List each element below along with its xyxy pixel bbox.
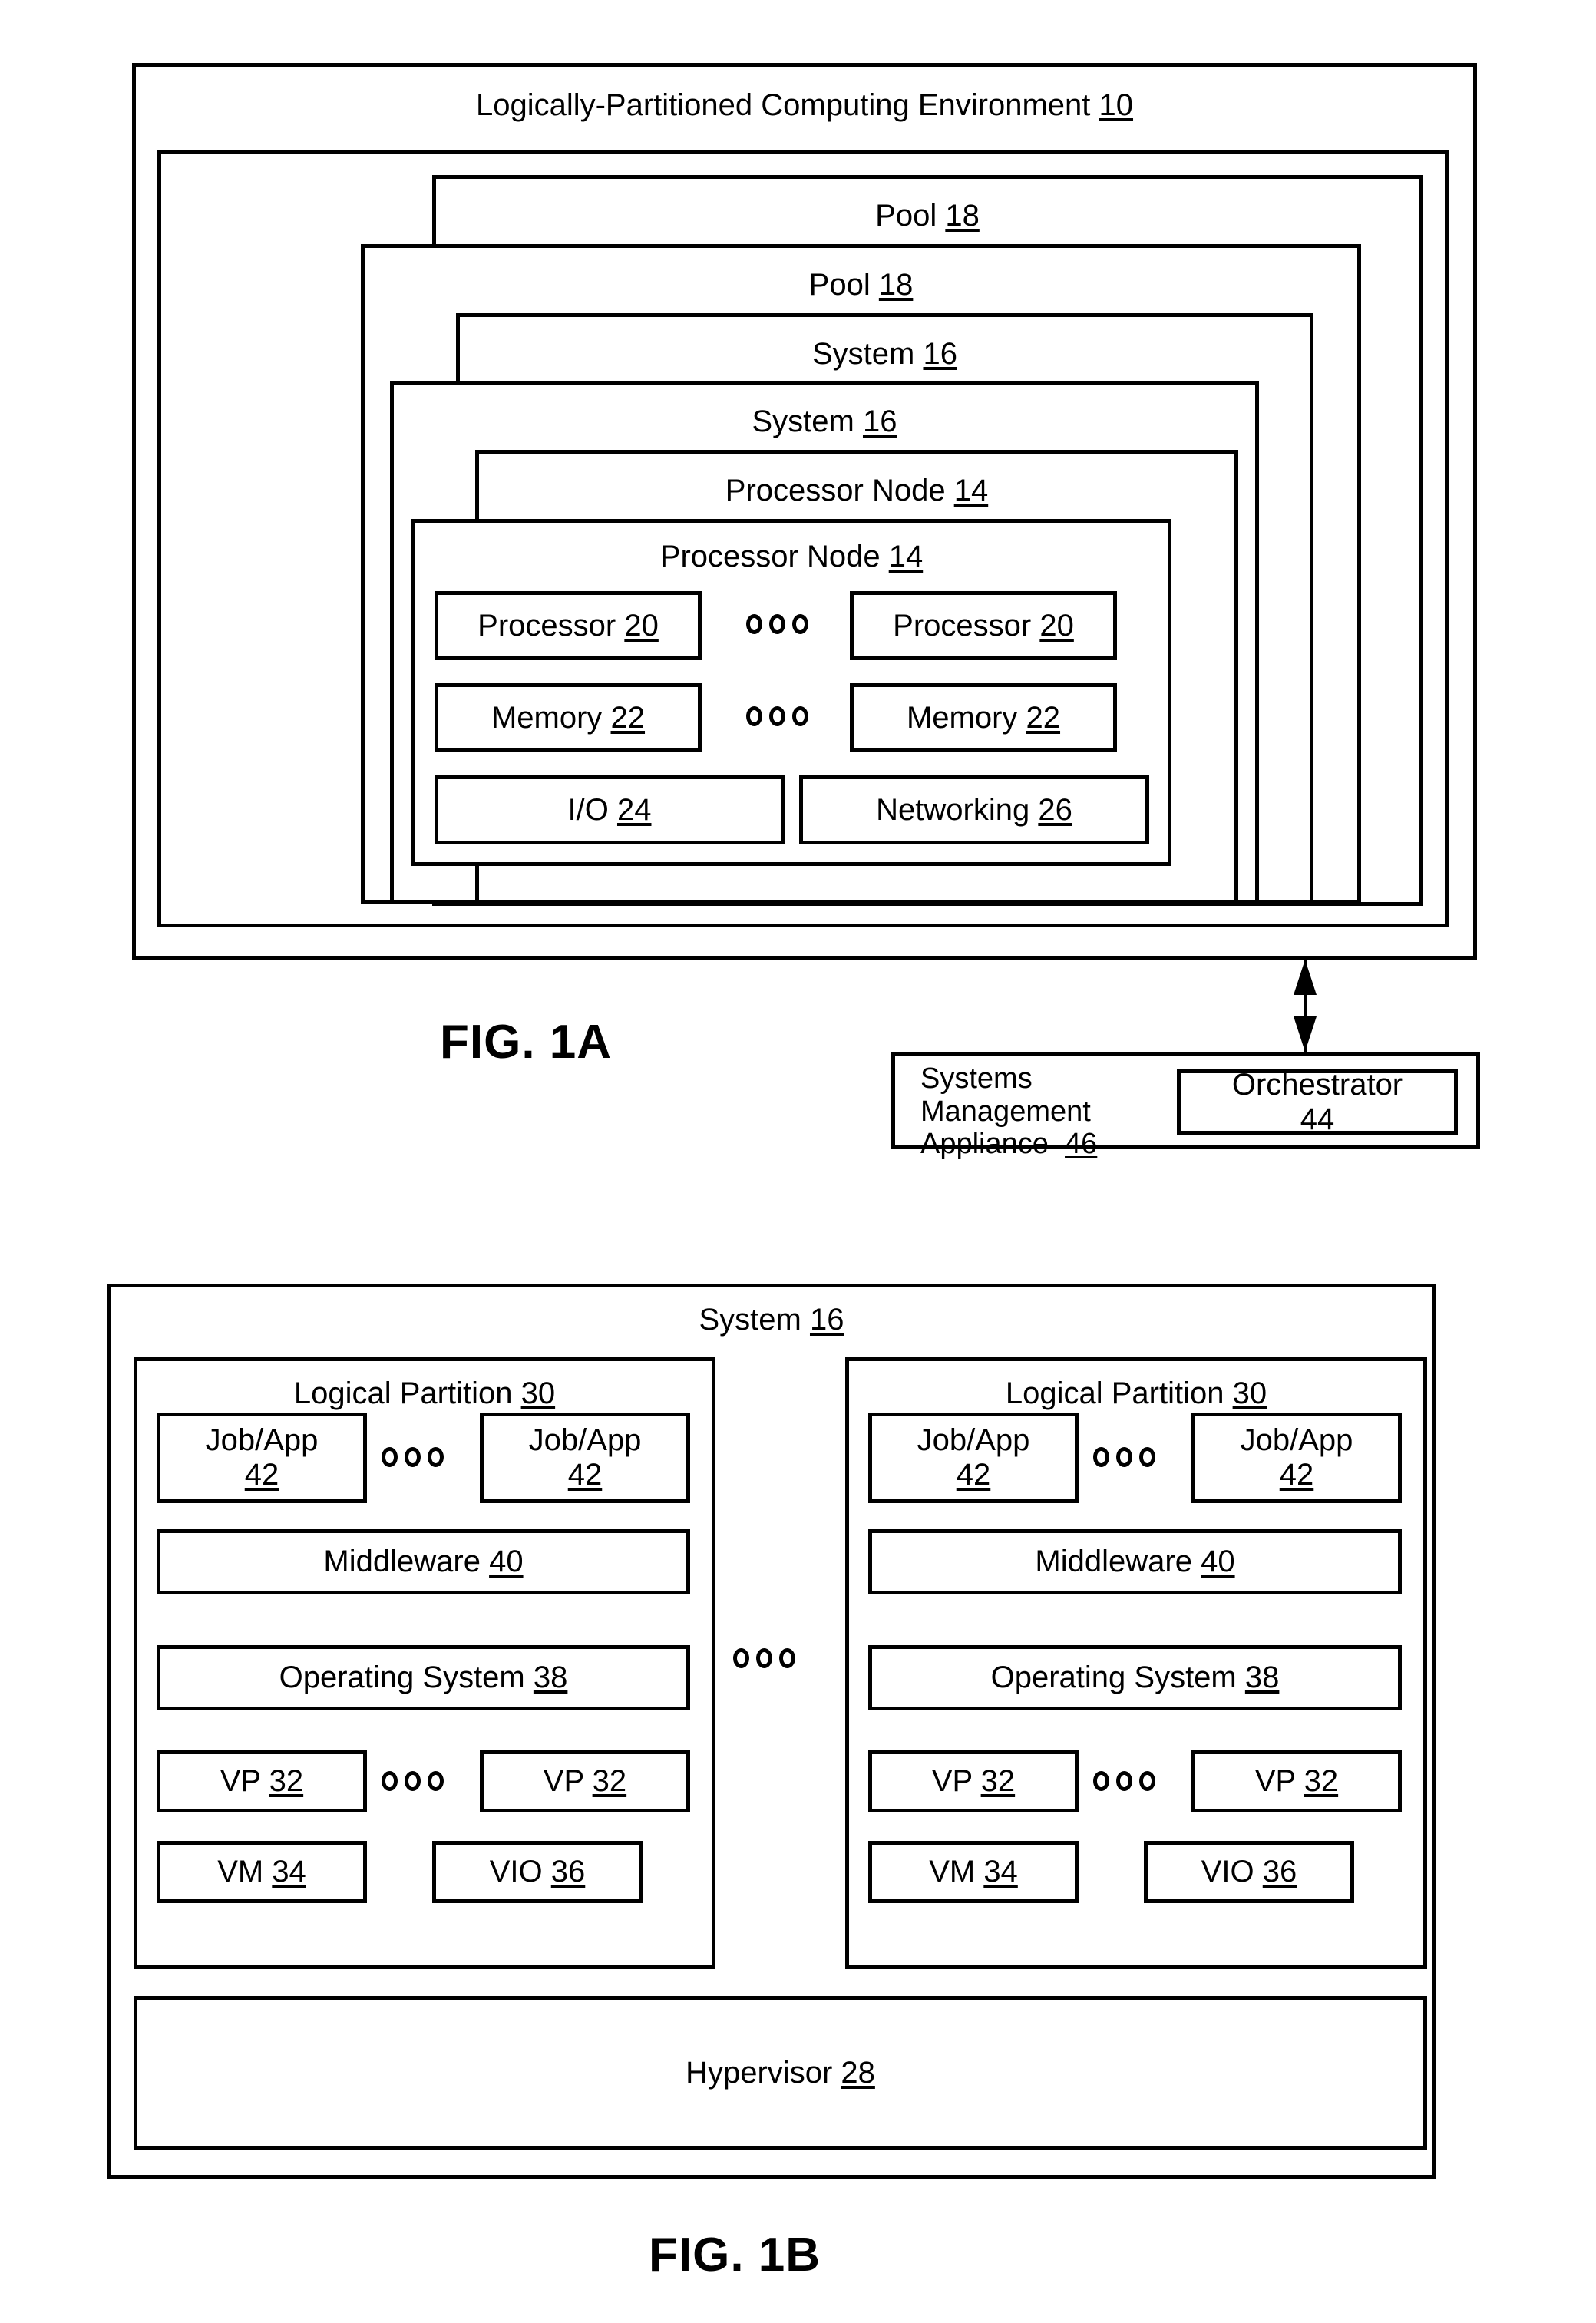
job-app-ellipsis-icon — [1093, 1447, 1155, 1467]
environment-appliance-arrow — [1304, 960, 1307, 1052]
processor-node-outer-ref: 14 — [953, 474, 989, 507]
system-outer-ref: 16 — [923, 337, 957, 371]
system-inner-title: System 16 — [394, 406, 1255, 437]
processor-right-text: Processor 20 — [893, 608, 1074, 643]
orchestrator-box: Orchestrator 44 — [1177, 1067, 1458, 1136]
processor-left-box: Processor 20 — [435, 591, 702, 660]
system-outer-title: System 16 — [460, 339, 1310, 369]
job-app-box: Job/App 42 — [157, 1413, 367, 1503]
pool-outer-title: Pool 18 — [436, 200, 1419, 231]
memory-ellipsis-icon — [746, 706, 808, 726]
memory-right-box: Memory 22 — [850, 683, 1117, 752]
io-text: I/O 24 — [567, 792, 652, 827]
pool-inner-title: Pool 18 — [365, 269, 1357, 300]
systems-management-appliance-label: Systems Management Appliance 46 — [920, 1062, 1097, 1161]
orchestrator-label: Orchestrator — [1231, 1067, 1403, 1102]
appliance-label-line3: Appliance 46 — [920, 1128, 1098, 1161]
job-app-ellipsis-icon — [382, 1447, 444, 1467]
logical-partition-title: Logical Partition 30 — [849, 1378, 1423, 1409]
system-inner-ref: 16 — [862, 405, 897, 438]
vp-box: VP 32 — [157, 1750, 367, 1812]
hypervisor-label: Hypervisor — [686, 2055, 833, 2090]
logical-partition-label: Logical Partition — [293, 1376, 513, 1410]
logical-partition-ref: 30 — [520, 1376, 556, 1410]
pool-inner-ref: 18 — [878, 268, 914, 302]
processor-node-inner-title: Processor Node 14 — [415, 541, 1168, 572]
memory-left-text: Memory 22 — [491, 700, 646, 735]
logical-partition-label: Logical Partition — [1005, 1376, 1224, 1410]
io-box: I/O 24 — [435, 775, 785, 844]
fig1b-system-title: System 16 — [111, 1304, 1432, 1335]
processor-ellipsis-icon — [746, 614, 808, 634]
job-app-box: Job/App 42 — [868, 1413, 1079, 1503]
appliance-label-line1: Systems — [920, 1062, 1033, 1095]
pool-outer-ref: 18 — [945, 199, 980, 233]
networking-text: Networking 26 — [876, 792, 1072, 827]
vio-box: VIO 36 — [432, 1841, 643, 1903]
processor-node-outer-title: Processor Node 14 — [479, 475, 1234, 506]
figure-1a-caption: FIG. 1A — [440, 1016, 613, 1069]
middleware-box: Middleware 40 — [157, 1529, 690, 1594]
environment-ref: 10 — [1099, 88, 1134, 122]
vio-box: VIO 36 — [1144, 1841, 1354, 1903]
operating-system-box: Operating System 38 — [157, 1645, 690, 1710]
appliance-label-line2: Management — [920, 1095, 1091, 1128]
pool-outer-label: Pool — [875, 199, 937, 233]
figure-1b-caption: FIG. 1B — [649, 2229, 821, 2282]
hypervisor-ref: 28 — [841, 2055, 875, 2090]
system-inner-label: System — [752, 405, 854, 438]
environment-title: Logically-Partitioned Computing Environm… — [136, 90, 1473, 121]
pool-inner-label: Pool — [808, 268, 871, 302]
hypervisor-box: Hypervisor 28 — [134, 1996, 1427, 2150]
processor-right-box: Processor 20 — [850, 591, 1117, 660]
vp-box: VP 32 — [480, 1750, 690, 1812]
job-app-box: Job/App 42 — [1191, 1413, 1402, 1503]
processor-node-inner-ref: 14 — [888, 540, 924, 573]
orchestrator-ref: 44 — [1300, 1102, 1335, 1136]
vp-ellipsis-icon — [382, 1771, 444, 1791]
processor-node-outer-label: Processor Node — [725, 474, 946, 507]
processor-left-text: Processor 20 — [477, 608, 659, 643]
logical-partition-ref: 30 — [1232, 1376, 1267, 1410]
fig1b-system-label: System — [699, 1303, 801, 1337]
partition-ellipsis-icon — [733, 1648, 795, 1668]
environment-label: Logically-Partitioned Computing Environm… — [475, 88, 1091, 122]
memory-left-box: Memory 22 — [435, 683, 702, 752]
fig1b-system-ref: 16 — [809, 1303, 844, 1337]
vp-ellipsis-icon — [1093, 1771, 1155, 1791]
vp-box: VP 32 — [868, 1750, 1079, 1812]
vp-box: VP 32 — [1191, 1750, 1402, 1812]
processor-node-inner-label: Processor Node — [659, 540, 881, 573]
system-outer-label: System — [812, 337, 915, 371]
logical-partition-title: Logical Partition 30 — [137, 1378, 712, 1409]
vm-box: VM 34 — [868, 1841, 1079, 1903]
memory-right-text: Memory 22 — [906, 700, 1061, 735]
job-app-box: Job/App 42 — [480, 1413, 690, 1503]
networking-box: Networking 26 — [799, 775, 1149, 844]
operating-system-box: Operating System 38 — [868, 1645, 1402, 1710]
middleware-box: Middleware 40 — [868, 1529, 1402, 1594]
vm-box: VM 34 — [157, 1841, 367, 1903]
